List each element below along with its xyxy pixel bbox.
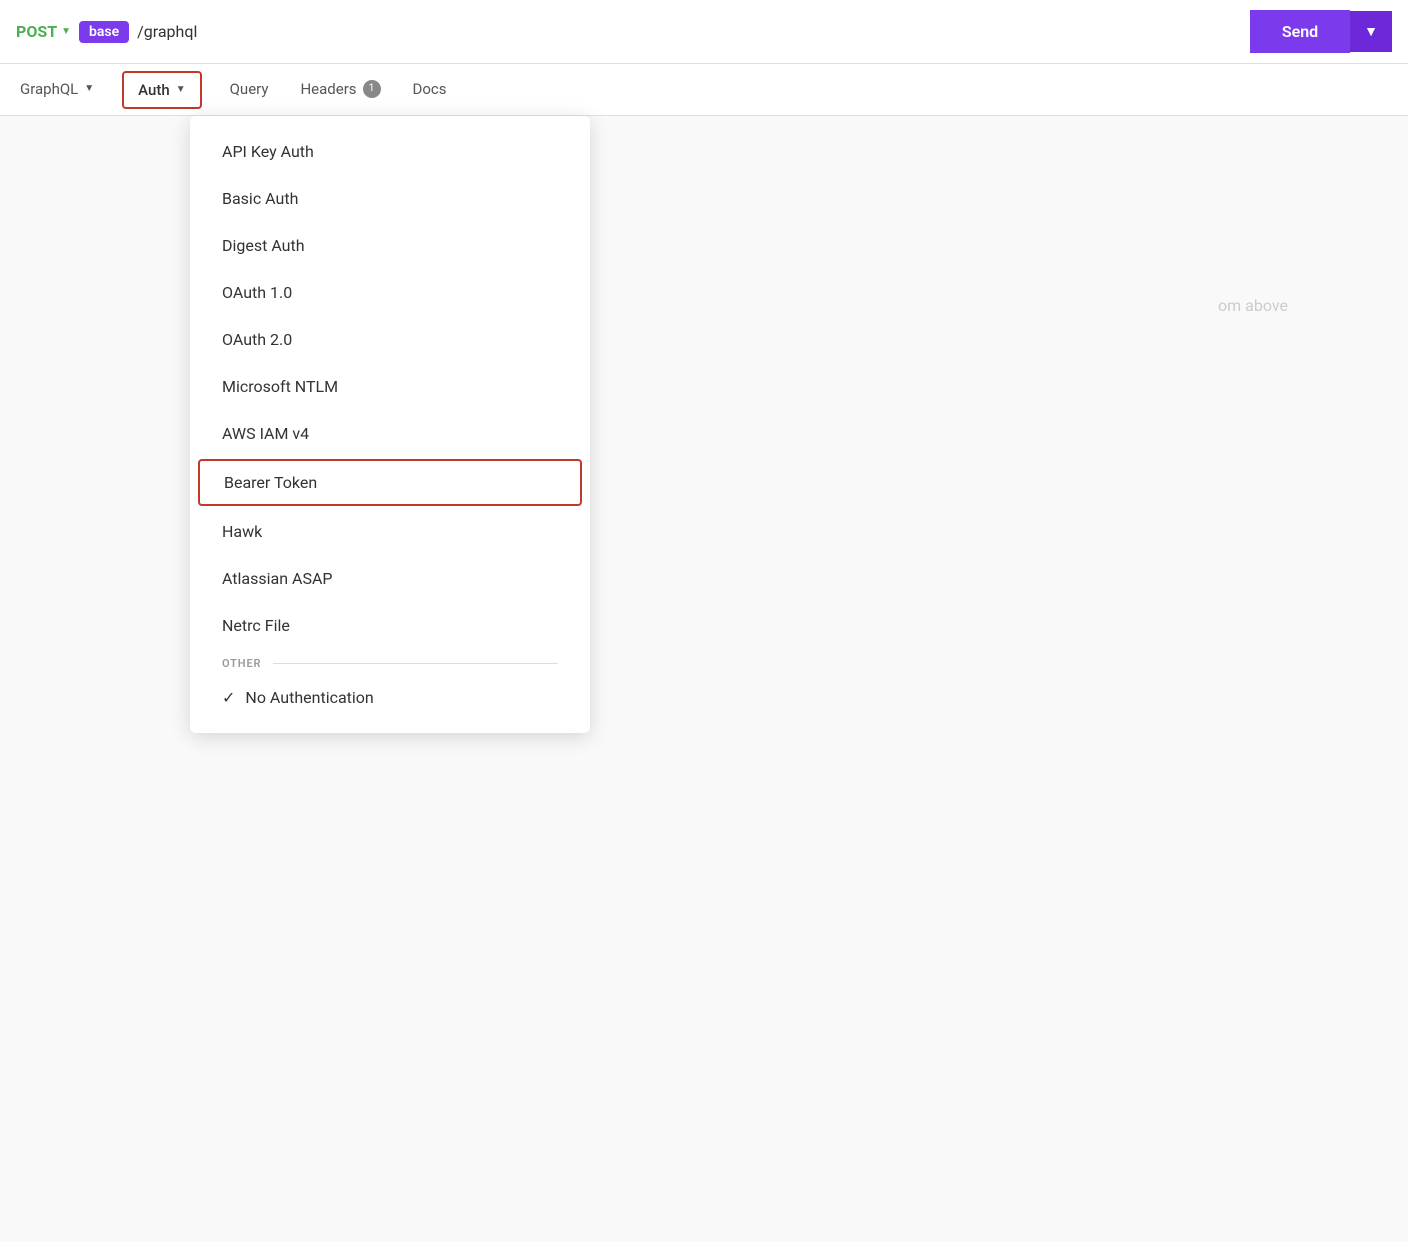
- tab-query-label: Query: [230, 80, 269, 98]
- dropdown-item-microsoft-ntlm[interactable]: Microsoft NTLM: [190, 363, 590, 410]
- dropdown-label-bearer-token: Bearer Token: [224, 473, 317, 492]
- tab-headers[interactable]: Headers 1: [296, 66, 384, 114]
- main-content: om above API Key Auth Basic Auth Digest …: [0, 116, 1408, 1242]
- dropdown-label-atlassian-asap: Atlassian ASAP: [222, 569, 333, 588]
- auth-dropdown-menu: API Key Auth Basic Auth Digest Auth OAut…: [190, 116, 590, 733]
- dropdown-item-digest-auth[interactable]: Digest Auth: [190, 222, 590, 269]
- send-button-group: Send ▼: [1250, 10, 1392, 53]
- dropdown-item-aws-iam-v4[interactable]: AWS IAM v4: [190, 410, 590, 457]
- dropdown-label-microsoft-ntlm: Microsoft NTLM: [222, 377, 338, 396]
- other-section-divider: OTHER: [190, 649, 590, 674]
- tab-auth-arrow: ▼: [176, 84, 186, 95]
- method-dropdown-arrow: ▼: [61, 26, 71, 37]
- dropdown-item-api-key-auth[interactable]: API Key Auth: [190, 128, 590, 175]
- dropdown-item-hawk[interactable]: Hawk: [190, 508, 590, 555]
- method-label: POST: [16, 22, 57, 41]
- dropdown-item-netrc-file[interactable]: Netrc File: [190, 602, 590, 649]
- url-path[interactable]: /graphql: [137, 22, 197, 41]
- dropdown-label-oauth1: OAuth 1.0: [222, 283, 292, 302]
- dropdown-label-digest-auth: Digest Auth: [222, 236, 305, 255]
- tab-query[interactable]: Query: [226, 66, 273, 114]
- headers-badge: 1: [363, 80, 381, 98]
- dropdown-label-oauth2: OAuth 2.0: [222, 330, 292, 349]
- tab-docs[interactable]: Docs: [409, 66, 451, 114]
- dropdown-item-oauth1[interactable]: OAuth 1.0: [190, 269, 590, 316]
- tab-graphql[interactable]: GraphQL ▼: [16, 66, 98, 114]
- dropdown-item-atlassian-asap[interactable]: Atlassian ASAP: [190, 555, 590, 602]
- dropdown-label-no-auth: No Authentication: [245, 688, 373, 707]
- dropdown-item-oauth2[interactable]: OAuth 2.0: [190, 316, 590, 363]
- dropdown-item-basic-auth[interactable]: Basic Auth: [190, 175, 590, 222]
- tab-headers-label: Headers: [300, 80, 356, 98]
- tab-bar: GraphQL ▼ Auth ▼ Query Headers 1 Docs: [0, 64, 1408, 116]
- background-hint: om above: [1218, 296, 1288, 315]
- tab-auth-label: Auth: [138, 81, 170, 99]
- tab-graphql-label: GraphQL: [20, 80, 78, 98]
- divider-line: [273, 663, 558, 664]
- dropdown-label-netrc-file: Netrc File: [222, 616, 290, 635]
- send-dropdown-button[interactable]: ▼: [1350, 11, 1392, 52]
- dropdown-item-no-auth[interactable]: ✓ No Authentication: [190, 674, 590, 721]
- base-environment-badge[interactable]: base: [79, 21, 129, 43]
- no-auth-checkmark: ✓: [222, 688, 235, 707]
- dropdown-label-aws-iam-v4: AWS IAM v4: [222, 424, 309, 443]
- top-bar: POST ▼ base /graphql Send ▼: [0, 0, 1408, 64]
- tab-auth[interactable]: Auth ▼: [122, 71, 201, 109]
- dropdown-label-basic-auth: Basic Auth: [222, 189, 298, 208]
- tab-graphql-arrow: ▼: [84, 83, 94, 94]
- dropdown-item-bearer-token[interactable]: Bearer Token: [198, 459, 582, 506]
- dropdown-label-api-key-auth: API Key Auth: [222, 142, 314, 161]
- send-button[interactable]: Send: [1250, 10, 1350, 53]
- dropdown-label-hawk: Hawk: [222, 522, 262, 541]
- method-selector[interactable]: POST ▼: [16, 22, 71, 41]
- tab-docs-label: Docs: [413, 80, 447, 98]
- other-section-label: OTHER: [222, 657, 261, 670]
